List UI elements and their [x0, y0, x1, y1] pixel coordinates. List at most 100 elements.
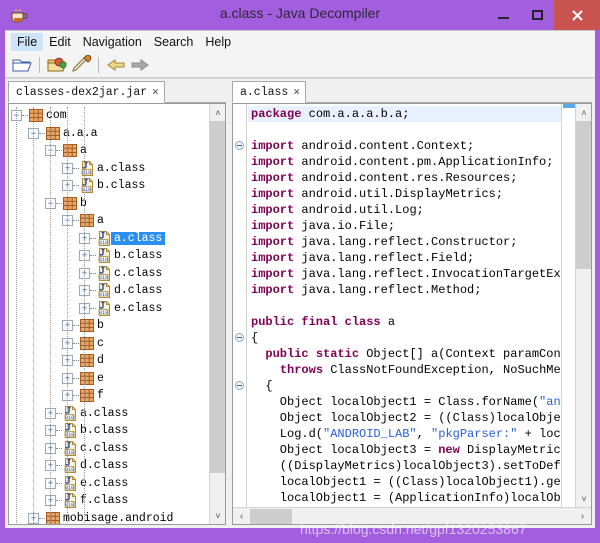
code-keyword: import — [251, 219, 294, 233]
code-fold-toggle-icon[interactable] — [235, 333, 244, 342]
tab-a-class[interactable]: a.class ⨯ — [232, 81, 306, 103]
toolbar — [5, 52, 595, 78]
menu-item-file[interactable]: File — [11, 33, 43, 51]
tree-node-label: d.class — [111, 284, 162, 297]
tree-row[interactable]: +010f.class — [9, 492, 209, 510]
code-scroll-left-icon[interactable]: ‹ — [233, 508, 250, 525]
menu-bar: File Edit Navigation Search Help — [5, 30, 595, 52]
tree-row[interactable]: +d — [9, 352, 209, 370]
code-text-span: android.util.DisplayMetrics; — [294, 187, 503, 201]
tree-row[interactable]: +010a.class — [9, 230, 209, 248]
code-keyword: import — [251, 283, 294, 297]
jar-explorer-panel: classes-dex2jar.jar ⨯ −com−a.a.a−a+010a.… — [8, 81, 226, 525]
code-text-span: Log.d( — [251, 427, 323, 441]
code-line: import android.content.pm.ApplicationInf… — [248, 154, 576, 170]
code-overview-ruler[interactable] — [561, 104, 575, 507]
code-keyword: throws — [280, 363, 323, 377]
tree-node-label: a.a.a — [60, 127, 98, 140]
code-keyword: new — [438, 443, 460, 457]
back-arrow-icon[interactable] — [105, 55, 127, 75]
menu-item-help[interactable]: Help — [199, 33, 237, 51]
tree-row[interactable]: +010b.class — [9, 247, 209, 265]
tree-row[interactable]: +f — [9, 387, 209, 405]
close-icon[interactable] — [554, 0, 600, 30]
code-line: public final class a — [248, 314, 576, 330]
svg-text:010: 010 — [99, 240, 108, 246]
app-window: a.class - Java Decompiler File Edit Navi… — [0, 0, 600, 543]
code-keyword: import — [251, 251, 294, 265]
tree-connector — [90, 308, 96, 309]
tree-row[interactable]: +010e.class — [9, 300, 209, 318]
open-folder-icon[interactable] — [11, 55, 33, 75]
menu-item-navigation[interactable]: Navigation — [77, 33, 148, 51]
tree-row[interactable]: +mobisage.android — [9, 510, 209, 525]
tree-row[interactable]: −a — [9, 212, 209, 230]
source-code-text[interactable]: package com.a.a.a.b.a;import android.con… — [248, 104, 576, 507]
tree-row[interactable]: +010d.class — [9, 282, 209, 300]
menu-item-edit[interactable]: Edit — [43, 33, 77, 51]
code-text-span: Object localObject2 = ((Class)localObjec — [251, 411, 568, 425]
code-line: Object localObject1 = Class.forName("and — [248, 394, 576, 410]
tree-row[interactable]: +c — [9, 335, 209, 353]
tree-node-label: e — [94, 372, 104, 385]
minimize-icon[interactable] — [486, 0, 520, 30]
tree-row[interactable]: +010b.class — [9, 422, 209, 440]
code-scroll-down-icon[interactable]: ˅ — [576, 490, 592, 507]
editor-tab-close-icon[interactable]: ⨯ — [293, 85, 300, 99]
code-line: import java.lang.reflect.Method; — [248, 282, 576, 298]
tree-row[interactable]: +010c.class — [9, 440, 209, 458]
tree-row[interactable]: −a.a.a — [9, 125, 209, 143]
tree-row[interactable]: +010b.class — [9, 177, 209, 195]
tree-row[interactable]: −a — [9, 142, 209, 160]
tree-row[interactable]: +010e.class — [9, 475, 209, 493]
tree-row[interactable]: −b — [9, 195, 209, 213]
code-line: public static Object[] a(Context paramCo… — [248, 346, 576, 362]
code-horizontal-scrollbar[interactable]: ‹ › — [233, 507, 591, 524]
code-scroll-right-icon[interactable]: › — [574, 508, 591, 525]
code-fold-gutter[interactable] — [233, 104, 247, 507]
tree-row[interactable]: +010a.class — [9, 160, 209, 178]
tab-classes-dex2jar-jar[interactable]: classes-dex2jar.jar ⨯ — [8, 81, 165, 103]
tree-connector — [90, 238, 96, 239]
tree-connector — [56, 448, 62, 449]
menu-item-search[interactable]: Search — [148, 33, 200, 51]
code-fold-toggle-icon[interactable] — [235, 381, 244, 390]
tree-row[interactable]: +010a.class — [9, 405, 209, 423]
code-string: "pkgParser:" — [431, 427, 517, 441]
tree-row[interactable]: +b — [9, 317, 209, 335]
open-recent-folder-icon[interactable] — [46, 55, 68, 75]
tree-node-label: f — [94, 389, 104, 402]
code-scroll-up-icon[interactable]: ˄ — [576, 104, 592, 121]
tree-scroll-thumb[interactable] — [210, 121, 226, 473]
tree-connector — [73, 343, 79, 344]
code-scroll-thumb[interactable] — [576, 121, 592, 269]
tree-connector — [90, 290, 96, 291]
tree-node-label: b.class — [111, 249, 162, 262]
package-tree[interactable]: −com−a.a.a−a+010a.class+010b.class−b−a+0… — [9, 104, 209, 524]
tree-scroll-up-icon[interactable]: ˄ — [210, 104, 226, 121]
tree-row[interactable]: +010c.class — [9, 265, 209, 283]
tree-row[interactable]: −com — [9, 107, 209, 125]
code-line: throws ClassNotFoundException, NoSuchMet — [248, 362, 576, 378]
tab-close-icon[interactable]: ⨯ — [152, 85, 159, 99]
tree-connector — [56, 413, 62, 414]
code-text-span: localObject1 = (ApplicationInfo)localObj — [251, 491, 568, 505]
code-hscroll-thumb[interactable] — [250, 509, 292, 524]
forward-arrow-icon[interactable] — [129, 55, 151, 75]
code-keyword: import — [251, 155, 294, 169]
svg-text:010: 010 — [99, 257, 108, 263]
tree-node-label: a — [77, 144, 87, 157]
tree-connector — [73, 168, 79, 169]
code-vertical-scrollbar[interactable]: ˄ ˅ — [575, 104, 591, 507]
code-line: import java.io.File; — [248, 218, 576, 234]
tree-vertical-scrollbar[interactable]: ˄ ˅ — [209, 104, 225, 524]
tree-guide-line — [50, 107, 51, 524]
tree-scroll-down-icon[interactable]: ˅ — [210, 507, 226, 524]
maximize-icon[interactable] — [520, 0, 554, 30]
tree-row[interactable]: +010d.class — [9, 457, 209, 475]
code-fold-toggle-icon[interactable] — [235, 141, 244, 150]
tree-row[interactable]: +e — [9, 370, 209, 388]
tree-node-label: c.class — [111, 267, 162, 280]
code-keyword: import — [251, 139, 294, 153]
save-all-icon[interactable] — [70, 55, 92, 75]
